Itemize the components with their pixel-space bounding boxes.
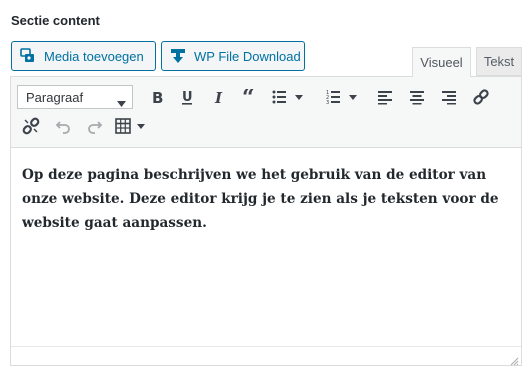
tab-visual[interactable]: Visueel	[412, 47, 471, 77]
wp-file-download-label: WP File Download	[194, 48, 301, 64]
unlink-icon[interactable]	[19, 114, 43, 138]
format-select[interactable]: Paragraaf	[17, 85, 133, 109]
resize-handle-icon[interactable]	[509, 353, 519, 366]
svg-text:B: B	[152, 89, 163, 105]
wp-file-download-button[interactable]: WP File Download	[161, 41, 305, 71]
svg-text:“: “	[242, 89, 255, 105]
add-media-button[interactable]: Media toevoegen	[11, 41, 156, 71]
editor-content[interactable]: Op deze pagina beschrijven we het gebrui…	[22, 163, 502, 235]
media-add-icon	[20, 48, 36, 64]
editor: Paragraaf B U I “ 1 2 3 Op deze pagina b…	[10, 76, 522, 366]
redo-icon[interactable]	[83, 114, 107, 138]
editor-statusbar	[11, 346, 521, 365]
svg-text:U: U	[182, 90, 193, 105]
numbered-list-icon[interactable]: 1 2 3	[325, 85, 359, 109]
bullet-list-icon[interactable]	[271, 85, 305, 109]
italic-icon[interactable]: I	[207, 85, 231, 109]
section-title: Sectie content	[11, 13, 100, 28]
format-select-value: Paragraaf	[26, 89, 84, 105]
align-left-icon[interactable]	[373, 85, 397, 109]
chevron-down-icon	[117, 95, 126, 110]
underline-icon[interactable]: U	[175, 85, 199, 109]
undo-icon[interactable]	[51, 114, 75, 138]
align-right-icon[interactable]	[437, 85, 461, 109]
download-icon	[170, 48, 186, 64]
blockquote-icon[interactable]: “	[239, 85, 263, 109]
table-icon[interactable]	[115, 114, 149, 138]
tab-text[interactable]: Tekst	[476, 47, 522, 76]
align-center-icon[interactable]	[405, 85, 429, 109]
add-media-label: Media toevoegen	[44, 48, 144, 64]
svg-text:I: I	[214, 89, 223, 105]
link-icon[interactable]	[469, 85, 493, 109]
svg-text:3: 3	[326, 100, 329, 105]
bold-icon[interactable]: B	[145, 85, 169, 109]
editor-toolbar: Paragraaf B U I “ 1 2 3	[11, 77, 521, 148]
